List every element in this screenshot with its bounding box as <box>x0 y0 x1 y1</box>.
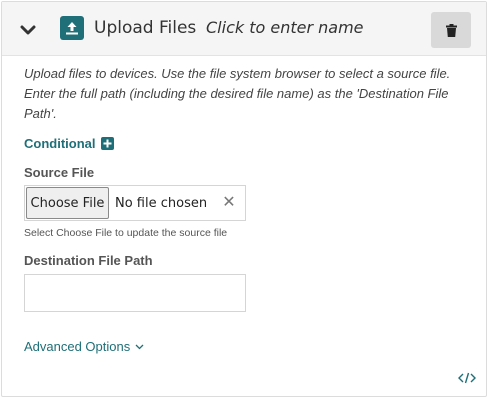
conditional-label: Conditional <box>24 136 96 151</box>
file-status: No file chosen <box>115 196 208 211</box>
chevron-down-icon <box>20 25 36 34</box>
destination-path-label: Destination File Path <box>24 253 153 268</box>
source-file-hint: Select Choose File to update the source … <box>24 227 228 239</box>
upload-files-step-card: Upload Files Click to enter name Upload … <box>1 1 487 397</box>
upload-icon <box>60 16 84 40</box>
step-name-field[interactable]: Click to enter name <box>206 18 364 37</box>
conditional-link[interactable]: Conditional <box>24 136 114 151</box>
source-file-label: Source File <box>24 165 95 180</box>
advanced-options-toggle[interactable]: Advanced Options <box>24 339 144 354</box>
destination-path-input[interactable] <box>24 274 246 312</box>
chevron-down-icon <box>135 344 144 349</box>
collapse-toggle[interactable] <box>16 18 40 42</box>
delete-step-button[interactable] <box>431 12 471 48</box>
clear-file-icon[interactable]: ✕ <box>222 193 236 213</box>
source-file-input[interactable]: Choose File No file chosen ✕ <box>24 185 246 221</box>
step-title: Upload Files <box>94 18 197 38</box>
code-view-icon[interactable] <box>458 371 476 385</box>
trash-icon <box>445 23 457 37</box>
step-description: Upload files to devices. Use the file sy… <box>24 66 451 121</box>
advanced-options-label: Advanced Options <box>24 339 131 354</box>
plus-icon <box>100 137 114 150</box>
step-header: Upload Files Click to enter name <box>2 2 486 56</box>
choose-file-button[interactable]: Choose File <box>26 187 109 219</box>
